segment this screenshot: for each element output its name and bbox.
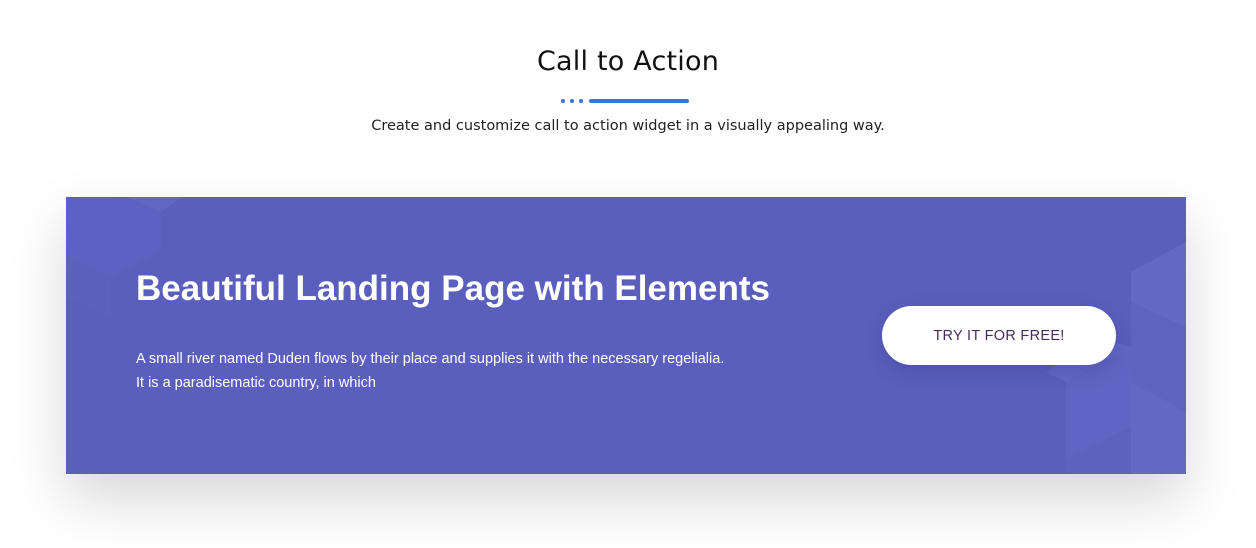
divider-dot <box>579 99 583 103</box>
section-title: Call to Action <box>536 46 720 77</box>
divider-bar <box>589 99 689 103</box>
title-divider <box>561 98 691 104</box>
try-it-for-free-button[interactable]: TRY IT FOR FREE! <box>882 306 1116 365</box>
cta-description-line: A small river named Duden flows by their… <box>136 351 725 367</box>
divider-dot <box>561 99 565 103</box>
section-subtitle: Create and customize call to action widg… <box>371 118 885 134</box>
page: Call to Action Create and customize call… <box>0 0 1256 548</box>
call-to-action-card: Beautiful Landing Page with Elements A s… <box>66 197 1186 474</box>
cta-description-line: It is a paradisematic country, in which <box>136 375 376 391</box>
divider-dot <box>570 99 574 103</box>
cta-description: A small river named Duden flows by their… <box>136 347 776 395</box>
cta-heading: Beautiful Landing Page with Elements <box>136 269 770 308</box>
